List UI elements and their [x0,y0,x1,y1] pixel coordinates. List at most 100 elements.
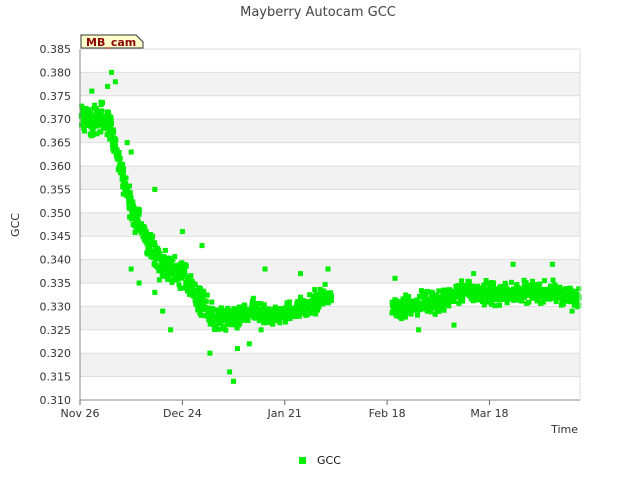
data-point [227,369,233,375]
data-point [127,183,132,189]
x-tick-label: Mar 18 [470,407,508,420]
data-point [246,341,252,347]
data-point [298,271,303,277]
data-point [262,266,268,272]
y-tick-label: 0.335 [40,277,72,290]
site-badge-label: MB_cam [86,36,136,49]
x-tick-label: Dec 24 [163,407,202,420]
data-point [172,254,178,260]
data-point [209,299,215,305]
data-point [124,140,130,146]
data-point [120,161,125,167]
data-point [105,83,111,89]
data-point [152,186,158,192]
data-point [231,378,236,384]
data-point [162,247,168,253]
data-point [466,279,472,285]
y-axis-label: GCC [9,213,22,237]
plot-band [80,212,580,237]
data-point [108,114,114,120]
y-tick-label: 0.380 [40,66,72,79]
data-point [441,307,447,313]
data-point [109,121,114,126]
data-point [541,278,547,284]
y-tick-label: 0.370 [40,113,72,126]
x-tick-labels: Nov 26 Dec 24 Jan 21 Feb 18 Mar 18 [61,407,509,420]
data-point [137,208,142,214]
y-tick-label: 0.375 [40,90,72,103]
y-tick-labels: 0.310 0.315 0.320 0.325 0.330 0.335 0.340 0.345… [40,43,72,407]
data-point [492,303,498,309]
data-point [460,298,466,304]
data-point [569,308,575,314]
data-point [120,171,126,176]
data-point [549,261,555,267]
data-point [128,149,134,155]
data-point [120,191,126,197]
x-tick-label: Feb 18 [369,407,406,420]
plot-band [80,166,580,190]
data-point [250,295,256,301]
data-point [179,229,185,234]
data-point [576,295,582,301]
legend-label: GCC [317,454,341,467]
data-point [471,271,477,277]
y-tick-label: 0.365 [40,137,72,150]
site-badge: MB_cam [80,34,144,49]
data-point [497,302,502,308]
data-point [161,257,167,263]
data-point [127,190,133,196]
data-point [312,287,318,293]
data-point [100,100,105,106]
chart-title: Mayberry Autocam GCC [240,5,396,20]
data-point [491,281,497,287]
y-tick-label: 0.340 [40,254,72,267]
data-point [136,280,142,286]
data-point [160,308,166,314]
y-tick-label: 0.310 [40,394,72,407]
data-point [537,281,543,287]
data-point [121,166,127,172]
data-point [99,108,105,114]
y-tick-label: 0.355 [40,183,72,196]
data-point [203,298,209,304]
data-point [235,346,240,351]
data-point [117,156,123,162]
y-tick-label: 0.360 [40,160,72,173]
data-point [415,312,420,318]
data-point [277,320,283,326]
data-point [113,137,119,143]
data-point [392,275,398,281]
data-point [183,263,189,269]
data-point [112,79,118,85]
data-point [152,289,158,295]
x-axis-label: Time [550,423,578,436]
data-point [406,294,412,300]
data-point [416,327,422,333]
data-point [109,69,114,75]
y-tick-label: 0.345 [40,230,72,243]
y-tick-label: 0.325 [40,324,72,337]
plot-band [80,72,580,96]
data-point [182,268,188,274]
y-tick-label: 0.330 [40,300,72,313]
legend-swatch [299,457,306,464]
y-tick-label: 0.350 [40,207,72,220]
data-point [287,299,293,305]
data-point [459,278,465,284]
y-tick-label: 0.320 [40,347,72,360]
y-tick-label: 0.385 [40,43,72,56]
data-point [329,293,334,299]
data-point [576,286,582,292]
data-point [451,322,457,328]
x-tick-label: Nov 26 [61,407,100,420]
data-point [510,261,516,267]
data-point [199,243,205,249]
data-point [168,327,174,333]
data-point [446,303,452,309]
data-point [223,327,229,333]
data-point [322,281,328,287]
y-tick-label: 0.315 [40,371,72,384]
data-point [180,285,186,291]
plot-band [80,353,580,377]
